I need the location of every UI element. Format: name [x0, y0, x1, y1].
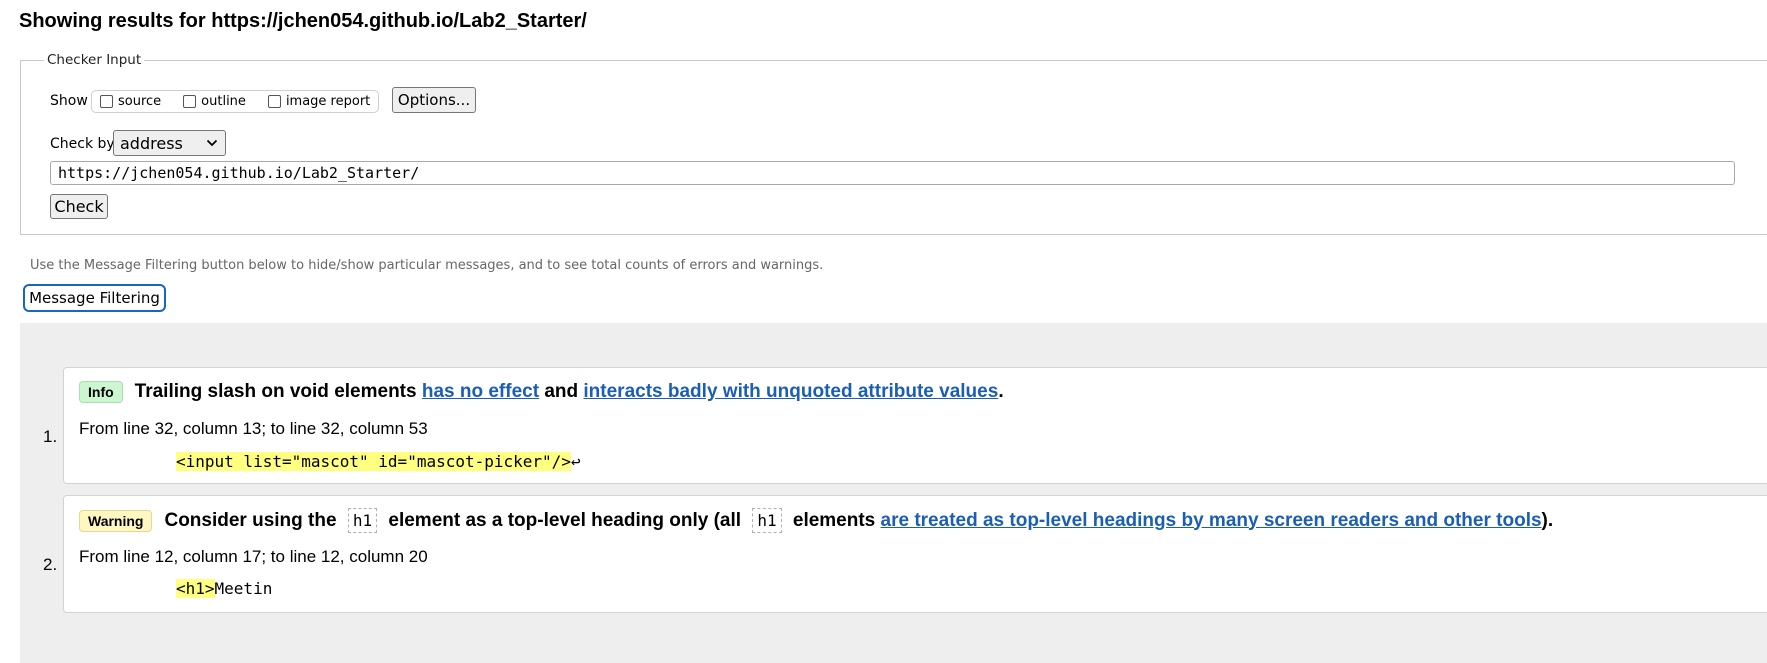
info-badge: Info [79, 381, 123, 403]
url-input[interactable]: https://jchen054.github.io/Lab2_Starter/ [50, 161, 1735, 185]
extract-text: Meetin [214, 579, 273, 598]
h1-code: h1 [752, 508, 782, 533]
message-filtering-button[interactable]: Message Filtering [23, 284, 166, 312]
show-image-report-option[interactable]: image report [267, 94, 371, 109]
message-text-part: Consider using the [164, 509, 342, 531]
chevron-down-icon [206, 139, 218, 147]
line-break-icon: ↩ [570, 452, 581, 471]
extract-highlight: <h1> [176, 579, 215, 598]
check-by-value: address [120, 133, 183, 153]
show-label: Show [50, 93, 88, 109]
message-text-part: and [539, 381, 584, 402]
h1-code: h1 [347, 508, 378, 533]
outline-checkbox[interactable] [183, 95, 197, 108]
check-button[interactable]: Check [50, 194, 108, 219]
code-extract: <input list="mascot" id="mascot-picker"/… [176, 452, 581, 471]
show-options-group: source outline image report [91, 90, 379, 113]
results-heading: Showing results for https://jchen054.git… [19, 10, 587, 32]
checker-input-fieldset: Checker Input [20, 52, 1767, 235]
code-extract: <h1>Meetin [176, 579, 272, 598]
outline-label: outline [201, 94, 246, 109]
extract-highlight: <input list="mascot" id="mascot-picker"/… [176, 452, 571, 471]
warning-badge: Warning [79, 509, 153, 532]
check-by-label: Check by [50, 136, 115, 152]
message-text-part: elements [787, 509, 881, 531]
message-number: 2. [43, 555, 58, 574]
message-number: 1. [43, 427, 58, 446]
message-info: Info Trailing slash on void elements has… [63, 367, 1767, 484]
screen-readers-link[interactable]: are treated as top-level headings by man… [881, 510, 1542, 532]
message-text: Warning Consider using the h1 element as… [79, 508, 1553, 533]
message-text-part: . [998, 381, 1004, 402]
message-text-part: ). [1541, 509, 1554, 531]
options-button[interactable]: Options... [392, 87, 476, 113]
filter-hint: Use the Message Filtering button below t… [30, 258, 824, 273]
image-report-checkbox[interactable] [267, 95, 281, 108]
message-text-part: Trailing slash on void elements [134, 381, 422, 402]
show-outline-option[interactable]: outline [183, 94, 246, 109]
message-text: Info Trailing slash on void elements has… [79, 381, 1004, 403]
message-text-part: element as a top-level heading only (all [383, 509, 747, 531]
source-checkbox[interactable] [100, 95, 113, 108]
show-source-option[interactable]: source [100, 94, 161, 109]
source-label: source [118, 94, 162, 109]
message-location: From line 32, column 13; to line 32, col… [79, 419, 428, 438]
check-by-select[interactable]: address [113, 130, 226, 156]
message-location: From line 12, column 17; to line 12, col… [79, 547, 428, 566]
checker-input-legend: Checker Input [47, 52, 142, 68]
message-warning: Warning Consider using the h1 element as… [63, 495, 1767, 613]
image-report-label: image report [285, 94, 371, 109]
unquoted-attribute-link[interactable]: interacts badly with unquoted attribute … [583, 381, 998, 403]
has-no-effect-link[interactable]: has no effect [422, 381, 539, 403]
